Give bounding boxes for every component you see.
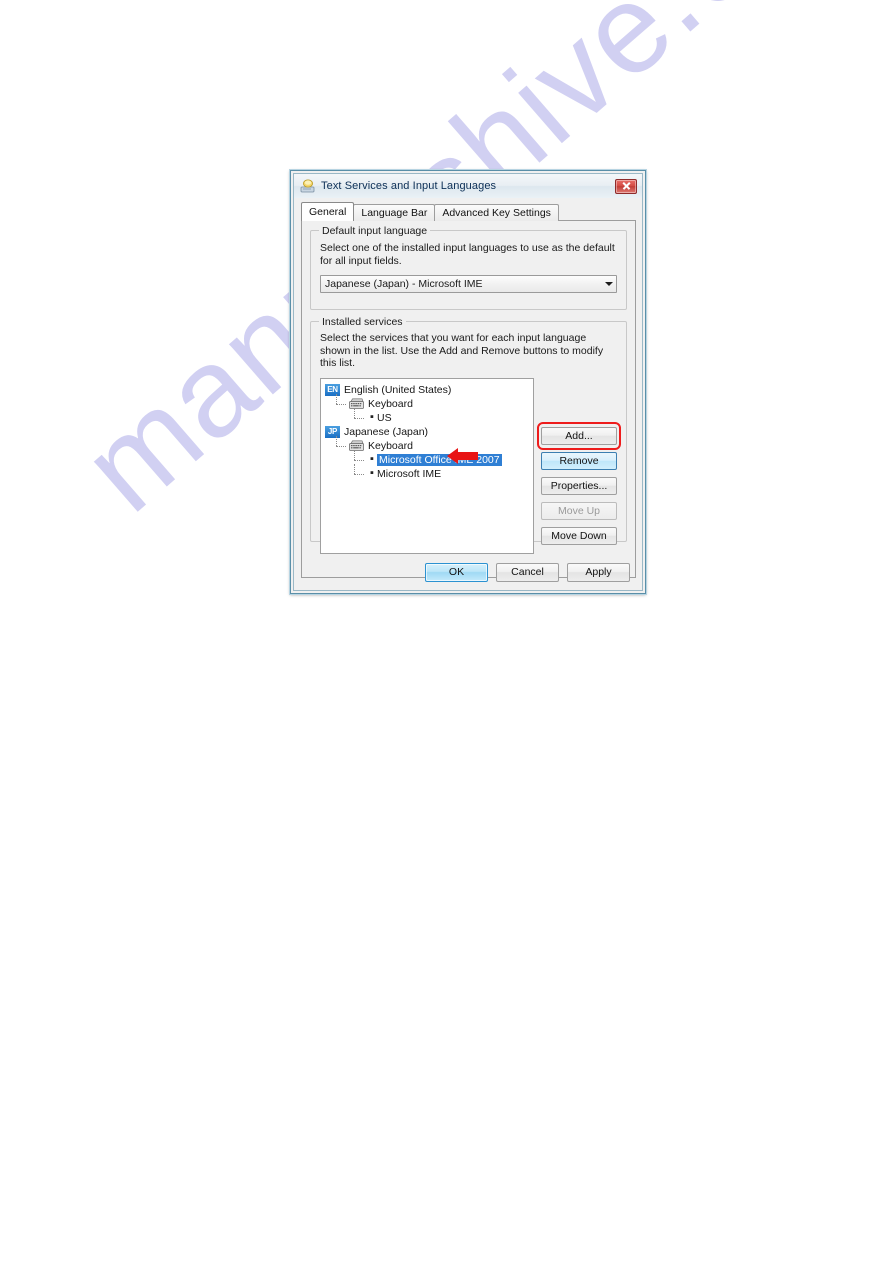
tab-strip: General Language Bar Advanced Key Settin… [301, 202, 636, 221]
tree-item-label: Keyboard [368, 439, 413, 452]
tab-general[interactable]: General [301, 202, 355, 221]
add-button[interactable]: Add... [541, 426, 617, 445]
tree-item-label: Microsoft Office IME 2007 [377, 453, 502, 466]
services-button-column: Add... Remove Properties... Move Up Move… [537, 378, 621, 554]
tree-connector [353, 407, 367, 425]
ok-button[interactable]: OK [425, 562, 488, 582]
bullet-icon: ▪ [370, 453, 374, 465]
tree-item-label: US [377, 411, 392, 424]
properties-button[interactable]: Properties... [541, 476, 617, 495]
move-down-button[interactable]: Move Down [541, 526, 617, 545]
keyboard-icon [349, 440, 364, 451]
installed-services-legend: Installed services [319, 316, 406, 328]
cancel-button[interactable]: Cancel [496, 562, 559, 582]
tree-item-service[interactable]: ▪ Microsoft IME [325, 463, 531, 481]
chevron-down-icon[interactable] [601, 276, 616, 292]
tree-item-label: Japanese (Japan) [344, 425, 429, 438]
default-input-language-description: Select one of the installed input langua… [320, 242, 615, 267]
tab-language-bar[interactable]: Language Bar [353, 204, 436, 221]
tree-item-language[interactable]: JP Japanese (Japan) [325, 425, 531, 439]
text-services-icon [300, 178, 316, 194]
keyboard-icon [349, 398, 364, 409]
dialog-footer: OK Cancel Apply [294, 560, 642, 590]
tab-advanced-key-settings[interactable]: Advanced Key Settings [434, 204, 559, 221]
bullet-icon: ▪ [370, 467, 374, 479]
tree-item-label: Microsoft IME [377, 467, 442, 480]
close-icon[interactable] [615, 178, 637, 194]
dialog-title: Text Services and Input Languages [321, 180, 497, 192]
default-input-language-legend: Default input language [319, 225, 431, 237]
tree-connector [335, 393, 349, 411]
installed-services-description: Select the services that you want for ea… [320, 332, 604, 369]
tree-connector [353, 463, 367, 481]
dialog-inner-frame: Text Services and Input Languages Genera… [293, 173, 643, 591]
apply-button[interactable]: Apply [567, 562, 630, 582]
default-input-language-value: Japanese (Japan) - Microsoft IME [325, 278, 483, 290]
remove-button[interactable]: Remove [541, 451, 617, 470]
default-input-language-combo[interactable]: Japanese (Japan) - Microsoft IME [320, 275, 617, 293]
move-up-button: Move Up [541, 501, 617, 520]
tree-item-service[interactable]: ▪ US [325, 407, 531, 425]
title-bar[interactable]: Text Services and Input Languages [294, 174, 642, 198]
tree-item-label: Keyboard [368, 397, 413, 410]
tree-item-label: English (United States) [344, 383, 452, 396]
installed-services-group: Installed services Select the services t… [310, 316, 627, 554]
tab-panel-general: Default input language Select one of the… [301, 220, 636, 578]
text-services-dialog: Text Services and Input Languages Genera… [290, 170, 646, 594]
tree-connector [335, 435, 349, 453]
bullet-icon: ▪ [370, 411, 374, 423]
default-input-language-group: Default input language Select one of the… [310, 225, 627, 310]
services-row: EN English (United States) Keyboard ▪ US… [320, 377, 621, 554]
tree-item-language[interactable]: EN English (United States) [325, 383, 531, 397]
document-page: manualshive.com Text Services and Input … [0, 0, 893, 1263]
installed-services-listbox[interactable]: EN English (United States) Keyboard ▪ US… [320, 377, 534, 554]
